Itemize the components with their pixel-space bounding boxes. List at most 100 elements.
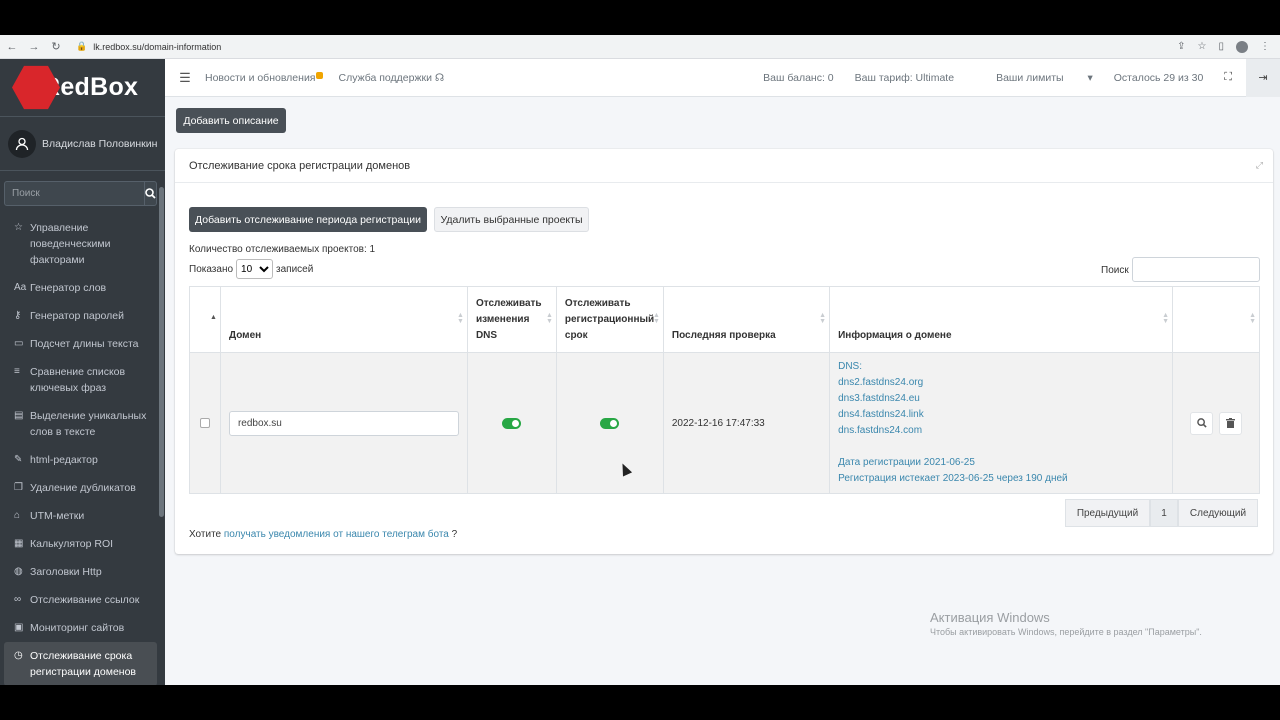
card-title: Отслеживание срока регистрации доменов [189, 159, 411, 172]
search-icon [1196, 418, 1207, 428]
reg-toggle-cell [555, 352, 664, 494]
telegram-link[interactable]: получать уведомления от нашего телеграм … [224, 529, 449, 540]
url-text: lk.redbox.su/domain-information [93, 41, 222, 52]
balance-label[interactable]: Ваш баланс: 0 [763, 72, 834, 84]
telegram-prompt: Хотите получать уведомления от нашего те… [189, 529, 458, 540]
sidebar-item-remove-duplicates[interactable]: ❐ Удаление дубликатов [0, 474, 165, 502]
info-column-header[interactable]: Информация о домене ▲ ▼ [829, 286, 1174, 353]
sidebar-item-site-monitoring[interactable]: ▣ Мониторинг сайтов [0, 614, 165, 642]
domain-column-header[interactable]: Домен ▲ ▼ [219, 286, 468, 353]
sidebar-item-word-generator[interactable]: Aa Генератор слов [0, 274, 165, 302]
sidebar-search-input[interactable] [4, 181, 145, 206]
sidebar-item-domain-tracking[interactable]: ◷ Отслеживание срока регистрации доменов [4, 642, 157, 685]
add-description-button[interactable]: Добавить описание [176, 108, 286, 133]
sidebar-item-compare-lists[interactable]: ≡ Сравнение списков ключевых фраз [0, 358, 165, 402]
dns-tracking-toggle[interactable] [502, 417, 522, 429]
page-1-button[interactable]: 1 [1150, 499, 1178, 527]
sidebar: RedBox Владислав Половинкин ☆Управление … [0, 59, 165, 685]
delete-selected-button[interactable]: Удалить выбранные проекты [434, 207, 589, 232]
document-icon: ▭ [14, 338, 24, 349]
registration-expiry: Регистрация истекает 2023-06-25 через 19… [838, 473, 1068, 484]
lock-icon: 🔒 [76, 41, 88, 51]
sidebar-search [4, 181, 157, 206]
brand-logo[interactable]: RedBox [0, 59, 165, 117]
domain-field[interactable]: redbox.su [228, 410, 459, 436]
page-length: Показано 10 записей [189, 259, 313, 279]
expand-icon[interactable]: ⤢ [1256, 160, 1263, 171]
windows-activation-watermark: Активация Windows Чтобы активировать Win… [930, 610, 1202, 637]
profile-avatar-icon[interactable] [1236, 40, 1248, 53]
limits-dropdown[interactable]: Ваши лимиты ▾ [975, 72, 1093, 84]
row-select-cell [189, 352, 221, 494]
headset-icon: ☊ [434, 71, 445, 84]
monitor-icon: ▣ [14, 622, 24, 633]
sidebar-item-utm[interactable]: ⌂ UTM-метки [0, 502, 165, 530]
text-aa-icon: Aa [14, 282, 27, 293]
row-checkbox[interactable] [199, 418, 210, 428]
reload-icon[interactable]: ↻ [48, 40, 64, 53]
delete-button[interactable] [1219, 411, 1243, 435]
dns-column-header[interactable]: Отслеживать изменения DNS ▲ ▼ [466, 286, 557, 353]
sidebar-item-roi[interactable]: ▦ Калькулятор ROI [0, 530, 165, 558]
actions-column-header[interactable]: ▲ ▼ [1172, 286, 1260, 353]
star-icon: ☆ [14, 222, 23, 233]
share-icon[interactable]: ⇪ [1177, 41, 1185, 53]
last-check-column-header[interactable]: Последняя проверка ▲ ▼ [662, 286, 831, 353]
card-header: Отслеживание срока регистрации доменов ⤢ [175, 149, 1273, 183]
page-length-select[interactable]: 10 [236, 259, 274, 279]
dns-server-link[interactable]: dns.fastdns24.com [838, 423, 1164, 439]
sidebar-item-link-tracking[interactable]: ∞ Отслеживание ссылок [0, 586, 165, 614]
sidebar-menu: ☆ Управление поведенческими факторами Aa Г… [0, 214, 165, 685]
browser-menu-icon[interactable]: ⋮ [1260, 41, 1270, 53]
prev-page-button[interactable]: Предыдущий [1065, 499, 1150, 527]
sidebar-item-text-length[interactable]: ▭ Подсчет длины текста [0, 330, 165, 358]
news-link[interactable]: Новости и обновления [205, 71, 323, 84]
letterbox-bottom [0, 685, 1280, 720]
view-button[interactable] [1190, 411, 1214, 435]
fullscreen-icon[interactable]: ⛶ [1224, 71, 1232, 84]
domains-table: ▲ Домен ▲ ▼ Отслеживать изменения DNS ▲ ▼ Отсл… [189, 286, 1260, 494]
sidebar-search-button[interactable] [145, 181, 157, 206]
news-badge [315, 71, 323, 79]
domain-info-cell: DNS: dns2.fastdns24.org dns3.fastdns24.e… [829, 352, 1174, 494]
support-link[interactable]: Служба поддержки ☊ [339, 72, 445, 84]
table-search-label: Поиск [1101, 265, 1129, 276]
dns-toggle-cell [466, 352, 557, 494]
address-bar[interactable]: 🔒 lk.redbox.su/domain-information [76, 41, 221, 52]
hamburger-menu-icon[interactable]: ☰ [165, 70, 205, 86]
sidebar-item-html-editor[interactable]: ✎ html-редактор [0, 446, 165, 474]
tracked-count: Количество отслеживаемых проектов: 1 [189, 244, 376, 255]
select-column-header[interactable]: ▲ [189, 286, 221, 353]
trash-icon [1226, 418, 1236, 428]
domain-cell: redbox.su [219, 352, 468, 494]
dns-server-link[interactable]: dns3.fastdns24.eu [838, 391, 1164, 407]
sidepanel-icon[interactable]: ▯ [1218, 41, 1224, 53]
tariff-label[interactable]: Ваш тариф: Ultimate [855, 72, 954, 84]
caret-down-icon: ▾ [1087, 71, 1093, 84]
bookmark-star-icon[interactable]: ☆ [1198, 41, 1207, 53]
sidebar-scrollbar[interactable] [159, 187, 164, 517]
logout-icon[interactable]: ⇥ [1246, 58, 1280, 97]
file-text-icon: ▤ [14, 410, 24, 421]
last-check-cell: 2022-12-16 17:47:33 [662, 352, 831, 494]
reg-tracking-toggle[interactable] [600, 417, 620, 429]
forward-icon[interactable]: → [26, 41, 42, 53]
table-search-input[interactable] [1132, 257, 1260, 282]
reg-column-header[interactable]: Отслеживать регистрационный срок ▲ ▼ [555, 286, 664, 353]
sidebar-item-unique-words[interactable]: ▤ Выделение уникальных слов в тексте [0, 402, 165, 446]
back-icon[interactable]: ← [4, 41, 20, 53]
dns-server-link[interactable]: dns2.fastdns24.org [838, 375, 1164, 391]
sidebar-item-behavior[interactable]: ☆ Управление поведенческими факторами [0, 214, 165, 274]
next-page-button[interactable]: Следующий [1178, 499, 1258, 527]
sidebar-item-http-headers[interactable]: ◍ Заголовки Http [0, 558, 165, 586]
add-tracking-button[interactable]: Добавить отслеживание периода регистраци… [189, 207, 427, 232]
copy-icon: ❐ [14, 482, 23, 493]
sidebar-item-password-generator[interactable]: ⚷ Генератор паролей [0, 302, 165, 330]
actions-cell [1172, 352, 1260, 494]
calculator-icon: ▦ [14, 538, 24, 549]
list-icon: ≡ [14, 366, 20, 377]
dns-server-link[interactable]: dns4.fastdns24.link [838, 407, 1164, 423]
pagination: Предыдущий 1 Следующий [1065, 499, 1258, 527]
globe-icon: ◍ [14, 566, 23, 577]
user-panel[interactable]: Владислав Половинкин [0, 117, 165, 171]
